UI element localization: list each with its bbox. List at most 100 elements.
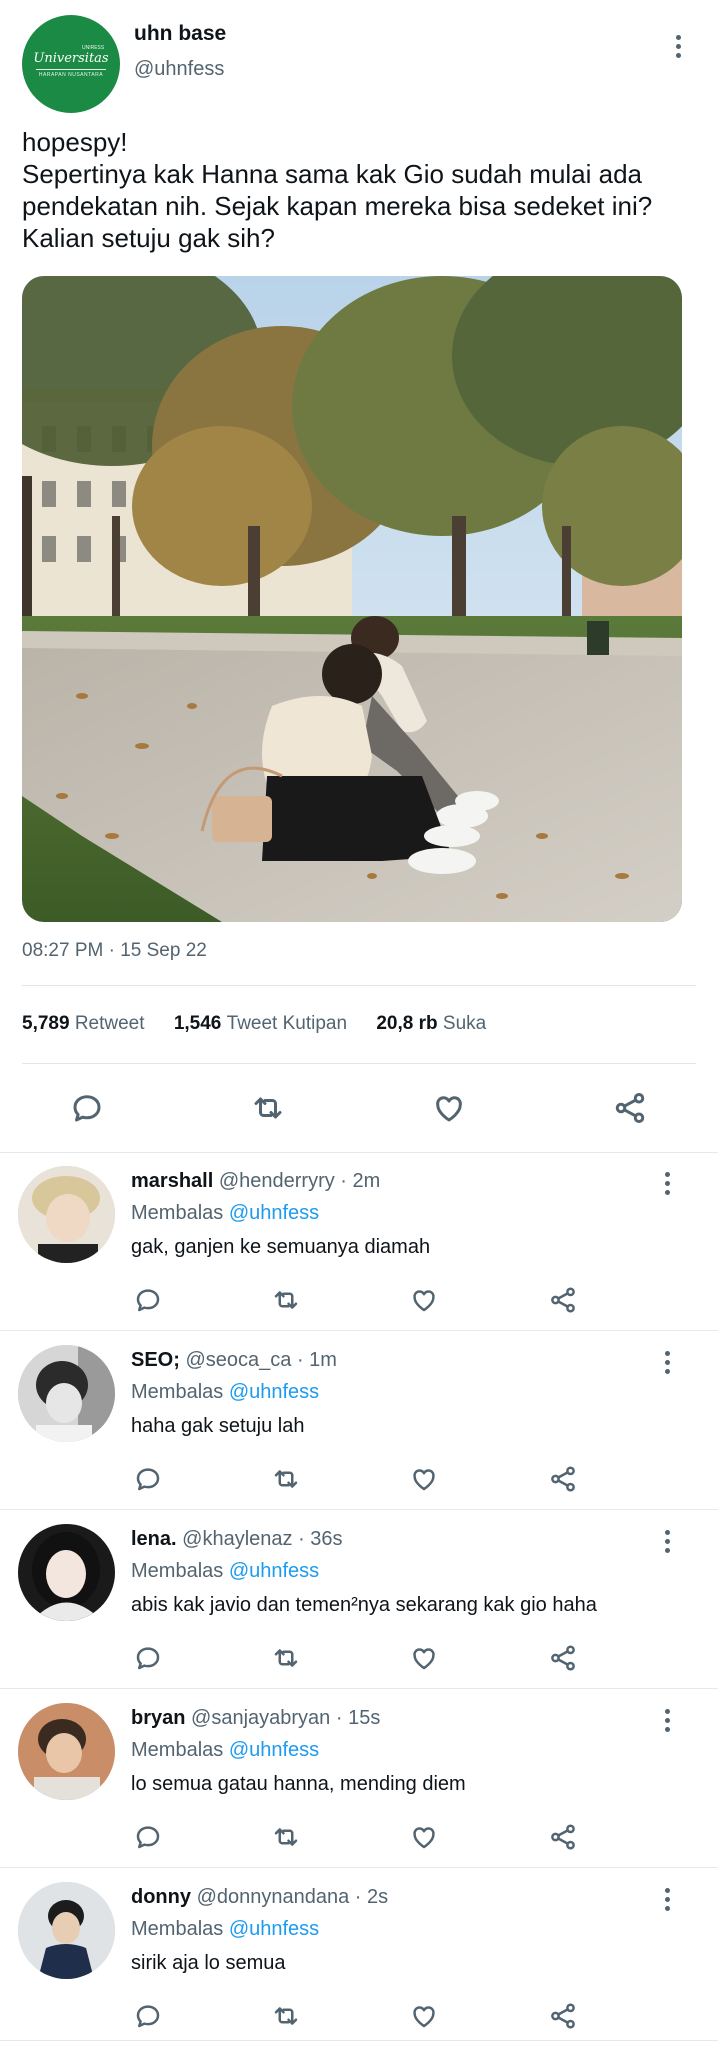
share-icon[interactable] xyxy=(543,1638,583,1678)
reply-action-bar xyxy=(0,1996,718,2036)
reply-tweet[interactable]: donny @donnynandana · 2s Membalas @uhnfe… xyxy=(0,1870,718,2048)
reply-header: donny @donnynandana · 2s xyxy=(131,1886,388,1909)
avatar[interactable] xyxy=(18,1166,115,1263)
avatar[interactable] xyxy=(18,1703,115,1800)
reply-name[interactable]: marshall xyxy=(131,1170,213,1192)
quote-stat[interactable]: 1,546 Tweet Kutipan xyxy=(174,1013,347,1034)
divider xyxy=(22,985,696,986)
reply-name[interactable]: SEO; xyxy=(131,1349,180,1371)
like-icon[interactable] xyxy=(404,1459,444,1499)
reply-action-bar xyxy=(0,1638,718,1678)
share-icon[interactable] xyxy=(543,1280,583,1320)
reply-icon[interactable] xyxy=(128,1459,168,1499)
avatar[interactable] xyxy=(18,1524,115,1621)
retweet-icon[interactable] xyxy=(266,1459,306,1499)
reply-action-bar xyxy=(0,1817,718,1857)
share-icon[interactable] xyxy=(610,1088,650,1128)
avatar[interactable] xyxy=(18,1882,115,1979)
retweet-icon[interactable] xyxy=(266,1280,306,1320)
like-stat[interactable]: 20,8 rb Suka xyxy=(376,1013,486,1034)
reply-text: lo semua gatau hanna, mending diem xyxy=(131,1773,466,1795)
separator xyxy=(0,2040,718,2041)
logo-divider xyxy=(36,69,106,70)
reply-tweet[interactable]: lena. @khaylenaz · 36s Membalas @uhnfess… xyxy=(0,1512,718,1692)
replying-to: Membalas @uhnfess xyxy=(131,1381,319,1404)
like-icon[interactable] xyxy=(429,1088,469,1128)
separator xyxy=(0,1509,718,1510)
divider xyxy=(22,1063,696,1064)
like-icon[interactable] xyxy=(404,1280,444,1320)
tweet-text-line: Sepertinya kak Hanna sama kak Gio sudah … xyxy=(22,159,643,189)
mention-link[interactable]: @uhnfess xyxy=(229,1202,319,1224)
reply-time: · 36s xyxy=(298,1528,343,1550)
tweet-text: hopespy! Sepertinya kak Hanna sama kak G… xyxy=(22,126,702,254)
reply-name[interactable]: donny xyxy=(131,1886,191,1908)
account-name[interactable]: uhn base xyxy=(134,22,226,46)
reply-handle[interactable]: @seoca_ca xyxy=(185,1349,291,1371)
more-options-icon[interactable] xyxy=(657,1168,677,1198)
mention-link[interactable]: @uhnfess xyxy=(229,1381,319,1403)
reply-handle[interactable]: @sanjayabryan xyxy=(191,1707,330,1729)
logo-script-text: Universitas xyxy=(33,51,109,66)
replying-to: Membalas @uhnfess xyxy=(131,1202,319,1225)
like-icon[interactable] xyxy=(404,1817,444,1857)
account-avatar[interactable]: UNIRESS Universitas HARAPAN NUSANTARA xyxy=(22,15,120,113)
retweet-icon[interactable] xyxy=(248,1088,288,1128)
reply-handle[interactable]: @donnynandana xyxy=(197,1886,350,1908)
like-icon[interactable] xyxy=(404,1996,444,2036)
reply-icon[interactable] xyxy=(128,1638,168,1678)
tweet-text-line: Kalian setuju gak sih? xyxy=(22,223,275,253)
reply-action-bar xyxy=(0,1459,718,1499)
reply-icon[interactable] xyxy=(128,1817,168,1857)
retweet-icon[interactable] xyxy=(266,1638,306,1678)
reply-header: SEO; @seoca_ca · 1m xyxy=(131,1349,337,1372)
separator xyxy=(0,1688,718,1689)
reply-handle[interactable]: @henderryry xyxy=(219,1170,335,1192)
retweet-icon[interactable] xyxy=(266,1996,306,2036)
more-options-icon[interactable] xyxy=(657,1347,677,1377)
retweet-icon[interactable] xyxy=(266,1817,306,1857)
mention-link[interactable]: @uhnfess xyxy=(229,1918,319,1940)
reply-time: · 2m xyxy=(340,1170,381,1192)
replying-label: Membalas xyxy=(131,1202,224,1224)
avatar[interactable] xyxy=(18,1345,115,1442)
reply-icon[interactable] xyxy=(128,1996,168,2036)
mention-link[interactable]: @uhnfess xyxy=(229,1560,319,1582)
reply-text: abis kak javio dan temen²nya sekarang ka… xyxy=(131,1594,597,1616)
mention-link[interactable]: @uhnfess xyxy=(229,1739,319,1761)
share-icon[interactable] xyxy=(543,1817,583,1857)
retweet-count: 5,789 xyxy=(22,1013,70,1034)
reply-name[interactable]: lena. xyxy=(131,1528,177,1550)
main-tweet: UNIRESS Universitas HARAPAN NUSANTARA uh… xyxy=(0,0,718,1152)
reply-text: haha gak setuju lah xyxy=(131,1415,305,1437)
reply-handle[interactable]: @khaylenaz xyxy=(182,1528,292,1550)
more-options-icon[interactable] xyxy=(657,1884,677,1914)
more-options-icon[interactable] xyxy=(668,31,688,61)
like-icon[interactable] xyxy=(404,1638,444,1678)
main-action-bar xyxy=(0,1088,718,1128)
retweet-label: Retweet xyxy=(74,1013,145,1034)
tweet-text-line: hopespy! xyxy=(22,127,128,157)
reply-header: marshall @henderryry · 2m xyxy=(131,1170,380,1193)
like-count: 20,8 rb xyxy=(376,1013,438,1034)
replying-label: Membalas xyxy=(131,1918,224,1940)
park-couple-photo xyxy=(22,276,682,922)
reply-icon[interactable] xyxy=(128,1280,168,1320)
reply-tweet[interactable]: bryan @sanjayabryan · 15s Membalas @uhnf… xyxy=(0,1691,718,1871)
share-icon[interactable] xyxy=(543,1459,583,1499)
reply-tweet[interactable]: marshall @henderryry · 2m Membalas @uhnf… xyxy=(0,1154,718,1334)
reply-action-bar xyxy=(0,1280,718,1320)
replying-label: Membalas xyxy=(131,1560,224,1582)
account-handle[interactable]: @uhnfess xyxy=(134,58,224,81)
more-options-icon[interactable] xyxy=(657,1705,677,1735)
retweet-stat[interactable]: 5,789 Retweet xyxy=(22,1013,145,1034)
reply-header: bryan @sanjayabryan · 15s xyxy=(131,1707,380,1730)
separator xyxy=(0,1867,718,1868)
share-icon[interactable] xyxy=(543,1996,583,2036)
more-options-icon[interactable] xyxy=(657,1526,677,1556)
reply-name[interactable]: bryan xyxy=(131,1707,185,1729)
quote-label: Tweet Kutipan xyxy=(226,1013,348,1034)
reply-tweet[interactable]: SEO; @seoca_ca · 1m Membalas @uhnfess ha… xyxy=(0,1333,718,1513)
reply-icon[interactable] xyxy=(67,1088,107,1128)
tweet-photo[interactable] xyxy=(22,276,682,922)
